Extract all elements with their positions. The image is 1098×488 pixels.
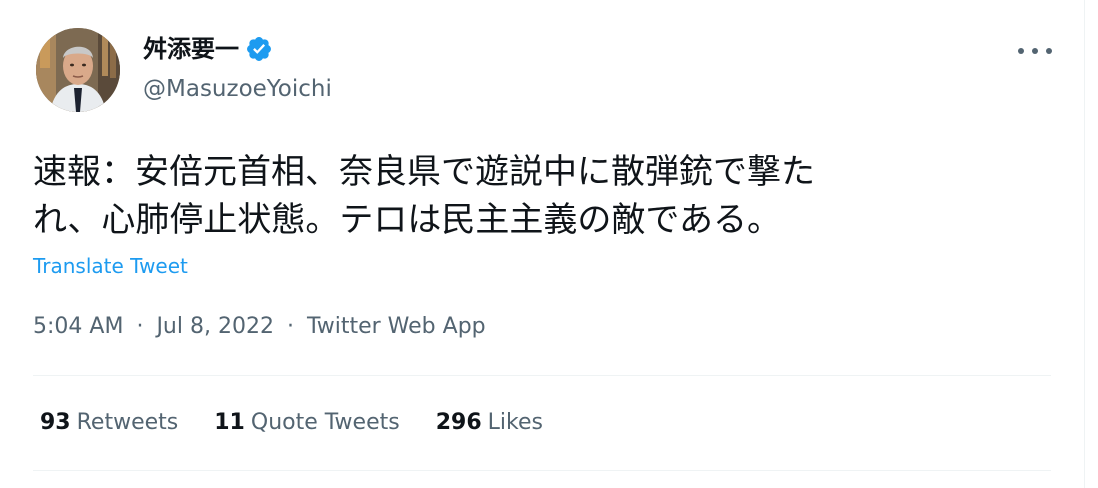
- meta-separator: ·: [286, 314, 294, 339]
- tweet-date[interactable]: Jul 8, 2022: [156, 314, 274, 339]
- tweet-stats: 93 Retweets 11 Quote Tweets 296 Likes: [40, 408, 543, 438]
- likes-count: 296: [435, 410, 482, 435]
- author-name-row: 舛添要一: [143, 34, 273, 64]
- retweets-stat[interactable]: 93 Retweets: [40, 408, 178, 438]
- retweets-label: Retweets: [76, 410, 179, 435]
- tweet-time[interactable]: 5:04 AM: [33, 314, 123, 339]
- more-dot: [1018, 48, 1024, 54]
- avatar[interactable]: [36, 28, 120, 112]
- author-display-name[interactable]: 舛添要一: [143, 34, 239, 64]
- tweet-text-line: れ、心肺停止状態。テロは民主主義の敵である。: [33, 200, 781, 240]
- divider: [33, 375, 1051, 376]
- quote-tweets-stat[interactable]: 11 Quote Tweets: [214, 408, 399, 438]
- retweets-count: 93: [40, 410, 71, 435]
- tweet-source[interactable]: Twitter Web App: [307, 314, 486, 339]
- tweet-text-line: 速報：安倍元首相、奈良県で遊説中に散弾銃で撃た: [33, 152, 815, 192]
- likes-stat[interactable]: 296 Likes: [436, 408, 543, 438]
- author-handle[interactable]: @MasuzoeYoichi: [143, 74, 332, 104]
- more-dot: [1046, 48, 1052, 54]
- quote-tweets-label: Quote Tweets: [250, 410, 400, 435]
- avatar-image: [36, 28, 120, 112]
- more-dot: [1032, 48, 1038, 54]
- tweet-card: 舛添要一 @MasuzoeYoichi 速報：安倍元首相、奈良県で遊説中に散弾銃…: [0, 0, 1085, 488]
- translate-tweet-link[interactable]: Translate Tweet: [33, 253, 188, 279]
- divider: [33, 470, 1051, 471]
- likes-label: Likes: [487, 410, 543, 435]
- tweet-meta: 5:04 AM · Jul 8, 2022 · Twitter Web App: [33, 312, 486, 342]
- meta-separator: ·: [136, 314, 144, 339]
- verified-badge-icon: [247, 37, 271, 61]
- more-options-icon[interactable]: [1018, 38, 1052, 64]
- tweet-text: 速報：安倍元首相、奈良県で遊説中に散弾銃で撃た れ、心肺停止状態。テロは民主主義…: [33, 148, 1013, 244]
- quote-tweets-count: 11: [214, 410, 245, 435]
